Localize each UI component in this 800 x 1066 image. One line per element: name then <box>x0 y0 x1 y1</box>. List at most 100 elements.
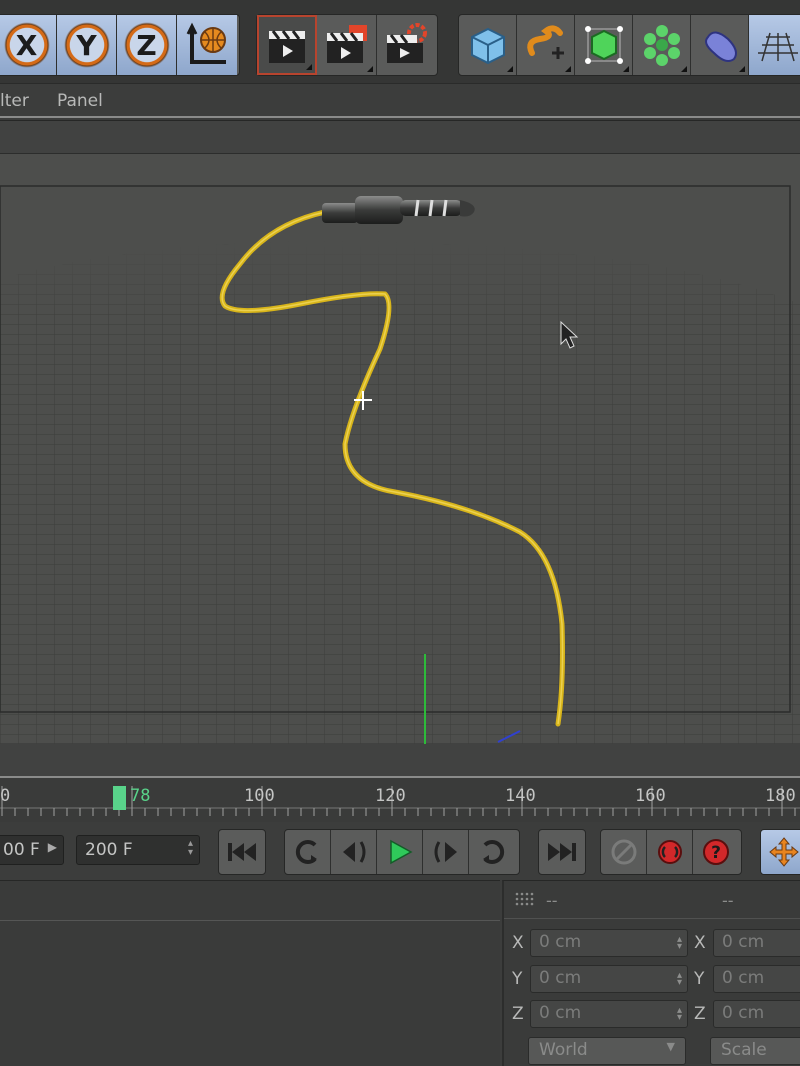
cloner-icon <box>643 25 680 66</box>
step-forward-icon <box>434 841 457 863</box>
size-mode-value: Scale <box>721 1040 767 1060</box>
position-x-label: X <box>512 933 524 953</box>
coordinate-space-dropdown[interactable]: World ▼ <box>528 1037 686 1065</box>
go-to-start-group <box>218 829 266 875</box>
subdivision-surface-button[interactable] <box>575 15 633 75</box>
render-settings-button[interactable] <box>377 15 437 75</box>
size-x-value: 0 cm <box>722 932 765 952</box>
world-coordinates-button[interactable] <box>177 15 237 75</box>
next-key-button[interactable] <box>469 830 515 874</box>
skip-end-icon <box>548 843 576 861</box>
coord-row-z: Z 0 cm ▴ ▾ Z 0 cm <box>504 1000 800 1030</box>
spinner-icon: ▴ ▾ <box>676 934 682 952</box>
cube-primitive-icon <box>470 27 505 65</box>
floor-grid-icon <box>757 32 798 62</box>
position-key-group <box>760 829 800 875</box>
record-group: ? <box>600 829 742 875</box>
3d-viewport[interactable] <box>0 153 800 744</box>
position-x-field[interactable]: 0 cm ▴ ▾ <box>530 929 688 957</box>
tick-label-160: 160 <box>635 786 666 806</box>
world-coordinates-icon <box>186 22 226 64</box>
previous-key-button[interactable] <box>285 830 331 874</box>
position-key-button[interactable] <box>761 830 800 874</box>
subdivision-surface-icon <box>584 26 623 64</box>
max-frame-field[interactable]: 200 F ▴ ▾ <box>76 835 200 865</box>
current-frame-label: 78 <box>130 786 151 806</box>
size-y-field[interactable]: 0 cm <box>713 965 800 993</box>
x-axis-lock-button[interactable]: X <box>0 15 57 75</box>
spline-pen-icon <box>526 25 564 59</box>
min-frame-field[interactable]: 00 F ▶ <box>0 835 64 865</box>
y-axis-lock-button[interactable]: Y <box>57 15 117 75</box>
transport-bar: 00 F ▶ 200 F ▴ ▾ ? <box>0 822 800 880</box>
svg-text:?: ? <box>711 843 721 863</box>
record-active-objects-button[interactable] <box>601 830 647 874</box>
play-icon <box>389 839 413 865</box>
tick-label-120: 120 <box>375 786 406 806</box>
cinema4d-window: X Y Z lter Panel 0 100 120 140 160 180 7… <box>0 0 800 1066</box>
deformer-icon <box>704 31 737 62</box>
go-to-start-button[interactable] <box>219 830 265 874</box>
viewport-menubar: lter Panel <box>0 84 800 118</box>
spinner-icon: ▴ ▾ <box>187 838 193 858</box>
cloner-button[interactable] <box>633 15 691 75</box>
go-to-end-button[interactable] <box>539 830 585 874</box>
objects-group <box>458 14 800 76</box>
x-axis-lock-icon: X <box>3 22 50 68</box>
loop-back-icon <box>295 840 317 864</box>
play-button[interactable] <box>377 830 423 874</box>
previous-frame-button[interactable] <box>331 830 377 874</box>
render-active-view-icon <box>326 25 367 63</box>
render-active-view-button[interactable] <box>317 15 377 75</box>
menu-panel[interactable]: Panel <box>57 91 103 111</box>
size-x-label: X <box>694 933 706 953</box>
cube-primitive-button[interactable] <box>459 15 517 75</box>
tick-label-0: 0 <box>0 786 11 806</box>
size-z-value: 0 cm <box>722 1003 765 1023</box>
position-y-field[interactable]: 0 cm ▴ ▾ <box>530 965 688 993</box>
next-frame-button[interactable] <box>423 830 469 874</box>
size-x-field[interactable]: 0 cm <box>713 929 800 957</box>
go-to-end-group <box>538 829 586 875</box>
step-back-icon <box>342 841 365 863</box>
deformer-button[interactable] <box>691 15 749 75</box>
tick-label-140: 140 <box>505 786 536 806</box>
size-y-label: Y <box>694 969 705 989</box>
skip-start-icon <box>228 843 256 861</box>
material-manager-header <box>0 881 500 921</box>
keyframe-selection-button[interactable]: ? <box>693 830 739 874</box>
render-view-button[interactable] <box>257 15 317 75</box>
coord-row-x: X 0 cm ▴ ▾ X 0 cm <box>504 929 800 959</box>
render-group <box>256 14 438 76</box>
size-z-label: Z <box>694 1004 706 1024</box>
min-frame-value: 00 F <box>3 840 40 860</box>
grip-icon[interactable] <box>514 891 534 911</box>
position-y-value: 0 cm <box>539 968 582 988</box>
timeline-ruler[interactable]: 0 100 120 140 160 180 78 <box>0 776 800 822</box>
y-axis-lock-icon: Y <box>63 22 110 68</box>
coord-row-y: Y 0 cm ▴ ▾ Y 0 cm <box>504 965 800 995</box>
playback-group <box>284 829 520 875</box>
position-z-field[interactable]: 0 cm ▴ ▾ <box>530 1000 688 1028</box>
loop-forward-icon <box>483 840 505 864</box>
autokeying-button[interactable] <box>647 830 693 874</box>
scene-svg <box>0 185 800 744</box>
size-z-field[interactable]: 0 cm <box>713 1000 800 1028</box>
floor-grid-button[interactable] <box>749 15 800 75</box>
axis-lock-group: X Y Z <box>0 14 240 76</box>
viewport-area <box>0 120 800 776</box>
tick-label-180: 180 <box>765 786 796 806</box>
size-mode-dropdown[interactable]: Scale <box>710 1037 800 1065</box>
material-manager-panel <box>0 880 500 1066</box>
position-y-label: Y <box>512 969 523 989</box>
position-z-label: Z <box>512 1004 524 1024</box>
spinner-icon: ▴ ▾ <box>676 970 682 988</box>
tick-label-100: 100 <box>244 786 275 806</box>
z-axis-lock-button[interactable]: Z <box>117 15 177 75</box>
z-axis-lock-icon: Z <box>123 22 170 68</box>
render-settings-icon <box>387 23 427 63</box>
audio-jack-model <box>322 196 475 224</box>
spline-pen-button[interactable] <box>517 15 575 75</box>
menu-filter[interactable]: lter <box>0 91 29 111</box>
playhead-marker[interactable] <box>113 786 126 810</box>
